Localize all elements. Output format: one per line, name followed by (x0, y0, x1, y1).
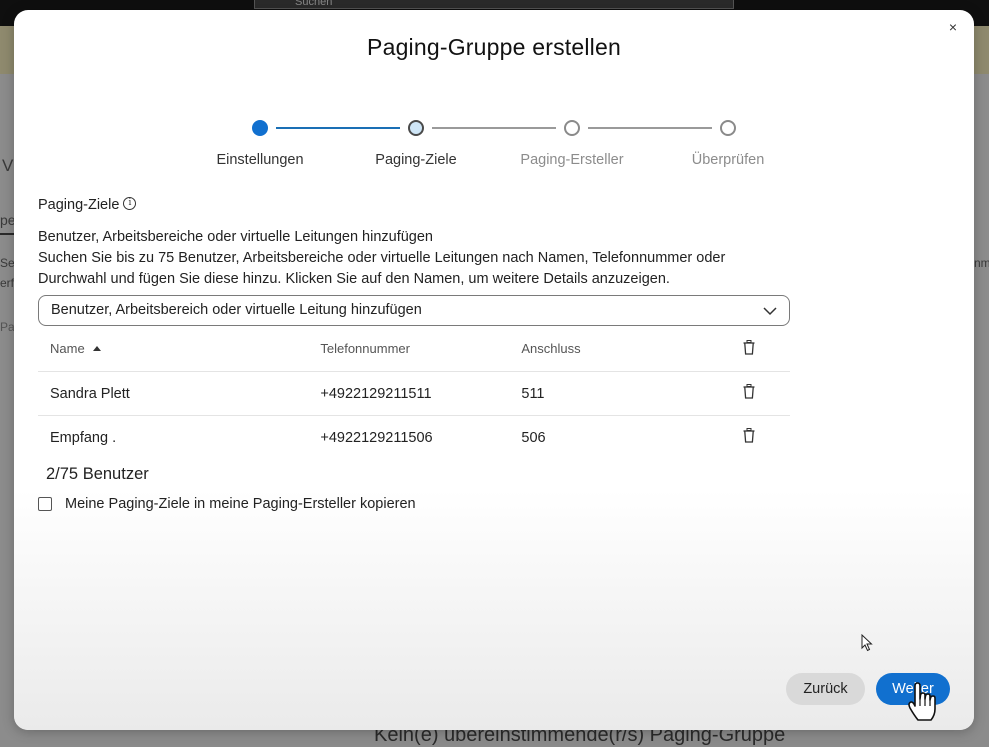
step-label-ueberpruefen: Überprüfen (691, 152, 765, 168)
back-button[interactable]: Zurück (786, 673, 865, 705)
column-header-label: Name (50, 341, 85, 356)
trash-icon[interactable] (743, 339, 755, 355)
column-header-delete[interactable] (708, 326, 790, 372)
member-phone: +4922129211506 (320, 429, 433, 446)
section-label-text: Paging-Ziele (38, 197, 120, 213)
step-indicator-completed (252, 120, 268, 136)
delete-row-cell (708, 371, 790, 416)
background-text-fragment: Pa (0, 320, 15, 334)
table-row: Empfang . +4922129211506 506 (38, 416, 790, 460)
step-connector (432, 127, 556, 129)
description-line: Suchen Sie bis zu 75 Benutzer, Arbeitsbe… (38, 250, 726, 266)
copy-targets-label[interactable]: Meine Paging-Ziele in meine Paging-Erste… (65, 496, 416, 512)
section-label: Paging-Ziele i (38, 197, 137, 213)
member-extension: 506 (521, 429, 546, 446)
sort-ascending-icon (92, 346, 101, 351)
member-count: 2/75 Benutzer (46, 465, 149, 483)
create-paging-group-dialog: × Paging-Gruppe erstellen Einstellungen … (14, 10, 974, 730)
trash-icon[interactable] (743, 384, 755, 399)
step-label-paging-ersteller: Paging-Ersteller (520, 152, 624, 168)
background-text-fragment: nm (974, 256, 989, 270)
background-text-fragment: erf (0, 276, 15, 290)
paging-targets-table: Name Telefonnummer Anschluss Sandra Plet… (38, 326, 790, 459)
copy-targets-checkbox[interactable] (38, 497, 52, 511)
column-header-extension: Anschluss (509, 326, 709, 372)
member-name[interactable]: Empfang . (38, 416, 308, 460)
description-line: Benutzer, Arbeitsbereiche oder virtuelle… (38, 229, 433, 245)
trash-icon[interactable] (743, 428, 755, 443)
step-indicator-current (408, 120, 424, 136)
step-connector (588, 127, 712, 129)
add-member-dropdown-placeholder: Benutzer, Arbeitsbereich oder virtuelle … (51, 302, 422, 318)
chevron-down-icon (763, 307, 777, 316)
hand-pointer-icon (908, 682, 936, 721)
member-name[interactable]: Sandra Plett (38, 371, 309, 416)
step-label-einstellungen[interactable]: Einstellungen (180, 152, 340, 168)
member-extension: 511 (509, 371, 709, 416)
background-tab-underline (0, 233, 14, 235)
step-indicator-upcoming (564, 120, 580, 136)
column-header-phone: Telefonnummer (308, 326, 510, 372)
global-search-input[interactable]: Suchen (254, 0, 734, 9)
step-label-paging-ziele[interactable]: Paging-Ziele (336, 152, 496, 168)
table-header-row: Name Telefonnummer Anschluss (38, 326, 790, 372)
delete-row-cell (708, 416, 790, 460)
step-indicator-upcoming (720, 120, 736, 136)
table-row: Sandra Plett +4922129211511 511 (38, 371, 790, 416)
mouse-pointer-icon (861, 634, 873, 652)
member-phone: +4922129211511 (308, 371, 510, 416)
description-line: Durchwahl und fügen Sie diese hinzu. Kli… (38, 271, 670, 287)
section-description: Benutzer, Arbeitsbereiche oder virtuelle… (38, 227, 778, 290)
step-connector-done (276, 127, 400, 129)
column-header-name[interactable]: Name (38, 326, 309, 372)
copy-targets-option: Meine Paging-Ziele in meine Paging-Erste… (38, 496, 416, 512)
info-icon[interactable]: i (123, 197, 137, 210)
add-member-dropdown[interactable]: Benutzer, Arbeitsbereich oder virtuelle … (38, 295, 790, 326)
background-text-fragment: Se (0, 256, 15, 270)
wizard-stepper: Einstellungen Paging-Ziele Paging-Erstel… (14, 10, 974, 190)
